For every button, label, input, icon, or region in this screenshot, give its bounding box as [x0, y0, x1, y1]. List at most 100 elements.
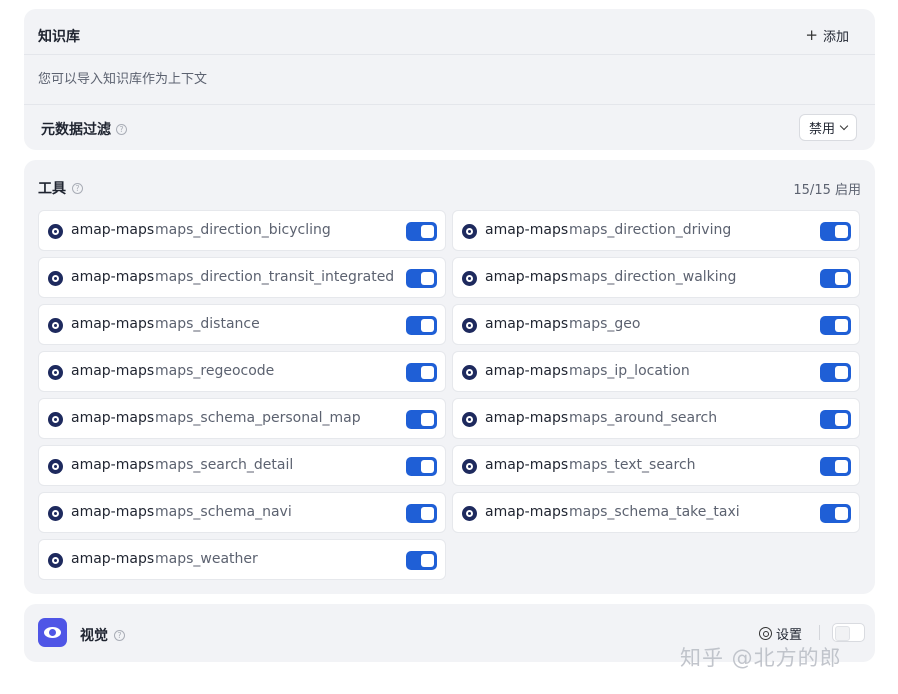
tool-item: amap-maps maps_ip_location [452, 351, 860, 392]
vision-settings-button[interactable]: 设置 [759, 624, 802, 643]
tool-server-name: amap-maps [71, 316, 155, 332]
mcp-server-icon [48, 271, 63, 286]
tool-item: amap-maps maps_direction_driving [452, 210, 860, 251]
tool-item: amap-maps maps_direction_walking [452, 257, 860, 298]
tool-item: amap-maps maps_around_search [452, 398, 860, 439]
tool-item: amap-maps maps_schema_personal_map [38, 398, 446, 439]
mcp-server-icon [48, 412, 63, 427]
tool-server-name: amap-maps [485, 410, 569, 426]
tool-name: maps_direction_transit_integrated [155, 269, 395, 285]
tool-name: maps_around_search [569, 410, 718, 426]
tool-name: maps_direction_walking [569, 269, 737, 285]
tool-server-name: amap-maps [485, 316, 569, 332]
tool-server-name: amap-maps [485, 222, 569, 238]
tool-name: maps_regeocode [155, 363, 275, 379]
knowledge-card: 知识库 + 添加 您可以导入知识库作为上下文 元数据过滤 ? 禁用 [24, 9, 875, 150]
plus-icon: + [805, 26, 818, 44]
mcp-server-icon [48, 224, 63, 239]
tool-toggle[interactable] [820, 410, 851, 429]
knowledge-title: 知识库 [38, 29, 80, 45]
vision-title: 视觉 ? [80, 625, 125, 645]
tool-item: amap-maps maps_weather [38, 539, 446, 580]
vision-title-text: 视觉 [80, 628, 108, 644]
mcp-server-icon [462, 224, 477, 239]
tool-item: amap-maps maps_schema_take_taxi [452, 492, 860, 533]
tool-toggle[interactable] [406, 222, 437, 241]
tool-server-name: amap-maps [71, 457, 155, 473]
knowledge-hint: 您可以导入知识库作为上下文 [38, 72, 208, 87]
tool-name: maps_schema_take_taxi [569, 504, 740, 520]
tool-name: maps_weather [155, 551, 258, 567]
tool-name: maps_geo [569, 316, 641, 332]
divider [819, 625, 820, 640]
mcp-server-icon [48, 459, 63, 474]
tool-name: maps_direction_driving [569, 222, 732, 238]
tools-enabled-count: 15/15 启用 [793, 183, 861, 198]
tool-toggle[interactable] [820, 316, 851, 335]
tool-name: maps_distance [155, 316, 260, 332]
tool-toggle[interactable] [820, 457, 851, 476]
tool-server-name: amap-maps [71, 363, 155, 379]
knowledge-header: 知识库 + 添加 [24, 9, 875, 55]
metadata-filter-select[interactable]: 禁用 [798, 114, 857, 141]
help-icon[interactable]: ? [114, 629, 125, 641]
tool-item: amap-maps maps_text_search [452, 445, 860, 486]
mcp-server-icon [462, 506, 477, 521]
tools-card: 工具 ? 15/15 启用 amap-maps maps_direction_bi… [24, 160, 875, 594]
tool-toggle[interactable] [406, 551, 437, 570]
help-icon[interactable]: ? [116, 123, 127, 135]
tool-server-name: amap-maps [485, 269, 569, 285]
tool-toggle[interactable] [820, 363, 851, 382]
tool-toggle[interactable] [406, 363, 437, 382]
tool-toggle[interactable] [820, 504, 851, 523]
tool-toggle[interactable] [820, 222, 851, 241]
tool-name: maps_schema_navi [155, 504, 292, 520]
tool-item: amap-maps maps_schema_navi [38, 492, 446, 533]
tool-server-name: amap-maps [71, 269, 155, 285]
eye-icon [38, 618, 67, 647]
metadata-filter-label: 元数据过滤 ? [41, 119, 127, 139]
tool-item: amap-maps maps_search_detail [38, 445, 446, 486]
chevron-down-icon [839, 121, 849, 130]
tool-toggle[interactable] [406, 457, 437, 476]
watermark: 知乎 @北方的郎 [680, 646, 842, 670]
mcp-server-icon [462, 365, 477, 380]
tool-server-name: amap-maps [71, 222, 155, 238]
help-icon[interactable]: ? [72, 182, 83, 194]
tool-name: maps_search_detail [155, 457, 294, 473]
tool-name: maps_schema_personal_map [155, 410, 361, 426]
tool-item: amap-maps maps_direction_transit_integrat… [38, 257, 446, 298]
tool-item: amap-maps maps_direction_bicycling [38, 210, 446, 251]
tool-toggle[interactable] [406, 316, 437, 335]
tool-name: maps_text_search [569, 457, 696, 473]
mcp-server-icon [48, 506, 63, 521]
tools-title: 工具 ? [38, 178, 83, 198]
tools-title-text: 工具 [38, 181, 66, 197]
tool-toggle[interactable] [406, 269, 437, 288]
add-knowledge-button[interactable]: + 添加 [805, 26, 849, 46]
tool-toggle[interactable] [406, 410, 437, 429]
tool-server-name: amap-maps [485, 363, 569, 379]
vision-settings-label: 设置 [776, 628, 803, 643]
mcp-server-icon [48, 553, 63, 568]
mcp-server-icon [48, 365, 63, 380]
tool-toggle[interactable] [820, 269, 851, 288]
tool-server-name: amap-maps [485, 457, 569, 473]
tool-toggle[interactable] [406, 504, 437, 523]
tool-server-name: amap-maps [71, 551, 155, 567]
gear-icon [759, 627, 772, 640]
tool-name: maps_direction_bicycling [155, 222, 331, 238]
tool-server-name: amap-maps [71, 410, 155, 426]
metadata-filter-text: 元数据过滤 [41, 122, 111, 138]
tool-name: maps_ip_location [569, 363, 690, 379]
mcp-server-icon [462, 459, 477, 474]
divider [24, 54, 875, 55]
tool-item: amap-maps maps_regeocode [38, 351, 446, 392]
tool-item: amap-maps maps_distance [38, 304, 446, 345]
vision-toggle[interactable] [832, 623, 865, 642]
divider [24, 104, 875, 105]
mcp-server-icon [462, 412, 477, 427]
metadata-filter-value: 禁用 [808, 122, 835, 137]
tool-server-name: amap-maps [71, 504, 155, 520]
tool-server-name: amap-maps [485, 504, 569, 520]
